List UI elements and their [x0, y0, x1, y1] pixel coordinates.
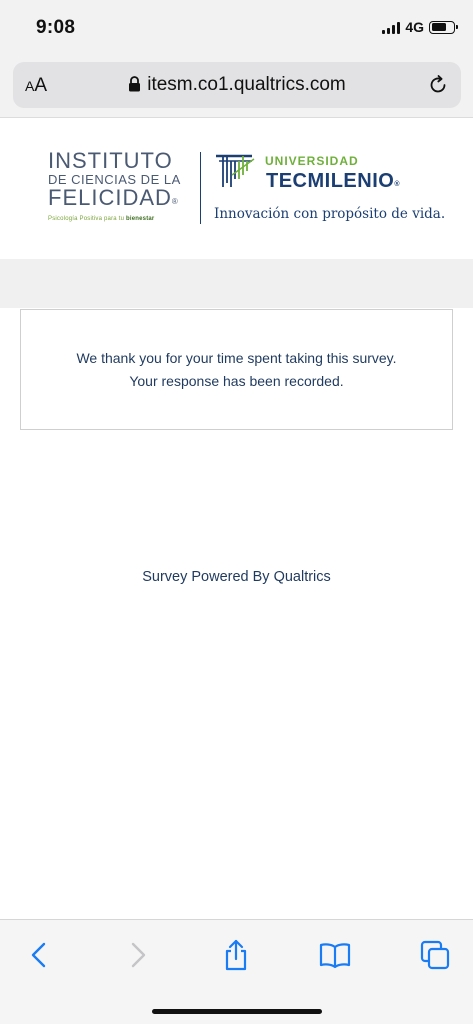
reload-icon[interactable]	[427, 74, 449, 101]
survey-header: INSTITUTO DE CIENCIAS DE LA FELICIDAD® P…	[0, 119, 473, 259]
logo-subtitle: Psicología Positiva para tu bienestar	[48, 216, 155, 222]
tec-name-label: TECMILENIO®	[266, 170, 401, 192]
instituto-felicidad-logo: INSTITUTO DE CIENCIAS DE LA FELICIDAD® P…	[48, 148, 181, 223]
browser-address-area: AA itesm.co1.qualtrics.com	[0, 58, 473, 118]
tecmilenio-emblem-icon	[214, 153, 258, 194]
logo-line-1: INSTITUTO	[48, 148, 173, 173]
forward-icon[interactable]	[121, 938, 155, 972]
tec-university-label: UNIVERSIDAD	[265, 154, 359, 168]
thanks-line-1: We thank you for your time spent taking …	[76, 350, 397, 366]
network-type: 4G	[405, 19, 424, 35]
browser-toolbar	[0, 919, 473, 1024]
status-indicators: 4G	[382, 19, 458, 35]
logo-line-3: FELICIDAD®	[48, 185, 179, 210]
tec-tagline: Innovación con propósito de vida.	[214, 206, 446, 222]
end-of-survey-message: We thank you for your time spent taking …	[20, 309, 453, 430]
battery-icon	[429, 20, 458, 34]
lock-icon	[128, 76, 141, 98]
status-time: 9:08	[36, 17, 76, 38]
tabs-icon[interactable]	[418, 938, 452, 972]
signal-icon	[382, 21, 401, 34]
share-icon[interactable]	[219, 938, 253, 972]
thanks-text: We thank you for your time spent taking …	[21, 347, 452, 393]
back-icon[interactable]	[22, 938, 56, 972]
thanks-line-2: Your response has been recorded.	[129, 373, 344, 389]
header-separator-band	[0, 259, 473, 308]
powered-by-link[interactable]: Survey Powered By Qualtrics	[0, 569, 473, 585]
logo-divider	[200, 152, 201, 224]
url-display[interactable]: itesm.co1.qualtrics.com	[13, 74, 461, 98]
status-bar: 9:08 4G	[0, 0, 473, 58]
address-bar[interactable]: AA itesm.co1.qualtrics.com	[13, 62, 461, 108]
bookmarks-icon[interactable]	[318, 938, 352, 972]
home-indicator[interactable]	[152, 1009, 322, 1014]
url-text: itesm.co1.qualtrics.com	[147, 74, 346, 95]
